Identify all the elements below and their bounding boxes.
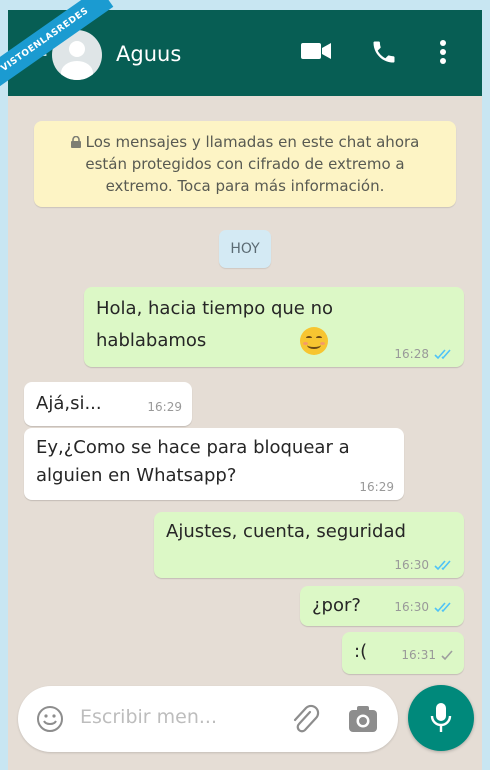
emoji-icon[interactable] [36,705,64,737]
message-bubble-incoming[interactable]: Ey,¿Como se hace para bloquear a alguien… [24,428,404,500]
message-text: Hola, hacia tiempo que no hablabamos [96,298,333,351]
message-bubble-incoming[interactable]: Ajá,si... 16:29 [24,382,192,426]
message-composer[interactable]: Escribir men... [18,686,398,752]
more-options-icon[interactable] [438,38,448,70]
camera-icon[interactable] [348,705,378,737]
message-bubble-outgoing[interactable]: Hola, hacia tiempo que no hablabamos 16:… [84,287,464,367]
message-text: Ajustes, cuenta, seguridad [166,521,406,542]
message-bubble-outgoing[interactable]: ¿por? 16:30 [300,586,464,626]
message-time: 16:31 [401,648,436,662]
contact-name[interactable]: Aguus [116,42,181,66]
message-time: 16:29 [147,400,182,414]
encryption-notice-text: Los mensajes y llamadas en este chat aho… [85,133,420,195]
mic-button[interactable] [408,685,474,751]
message-text: Ey,¿Como se hace para bloquear a alguien… [36,437,350,486]
single-check-icon [441,649,453,660]
lock-icon [70,136,81,148]
video-call-icon[interactable] [300,38,332,68]
attach-icon[interactable] [290,703,320,739]
phone-icon[interactable] [370,38,398,70]
double-check-read-icon [434,559,451,570]
message-bubble-outgoing[interactable]: Ajustes, cuenta, seguridad 16:30 [154,512,464,578]
double-check-read-icon [434,348,451,359]
message-bubble-outgoing[interactable]: :( 16:31 [342,632,464,674]
message-time: 16:28 [394,347,429,361]
chat-screen: ← Aguus Los mensajes y llamadas en este [8,10,482,770]
mic-icon [430,703,452,732]
date-chip: HOY [219,230,271,268]
smiling-face-emoji [300,327,328,355]
message-input[interactable]: Escribir men... [80,706,217,728]
message-time: 16:30 [394,600,429,614]
message-time: 16:29 [359,480,394,494]
message-time: 16:30 [394,558,429,572]
double-check-read-icon [434,601,451,612]
encryption-notice[interactable]: Los mensajes y llamadas en este chat aho… [34,121,456,207]
